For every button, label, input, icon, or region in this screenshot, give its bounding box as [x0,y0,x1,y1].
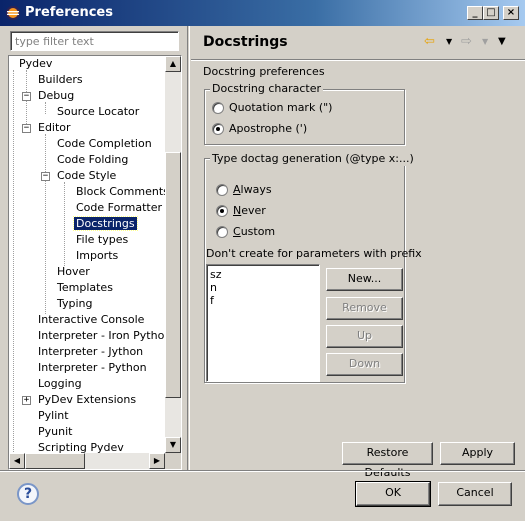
tree-item-hover[interactable]: Hover [55,264,92,280]
cancel-button[interactable]: Cancel [438,482,512,506]
tree-item-logging[interactable]: Logging [36,376,84,392]
radio-button[interactable] [212,102,224,114]
header-separator [191,59,525,61]
tree-item-typing[interactable]: Typing [55,296,95,312]
tree-item-templates[interactable]: Templates [55,280,115,296]
expand-icon[interactable]: + [22,396,31,405]
tree-item-interactive-console[interactable]: Interactive Console [36,312,146,328]
scroll-right-icon[interactable]: ▶ [149,453,165,469]
minimize-button[interactable]: _ [467,6,483,20]
collapse-icon[interactable]: − [41,172,50,181]
tree-item-block-comments[interactable]: Block Comments [74,184,171,200]
tree-item-debug[interactable]: Debug [36,88,76,104]
tree-item-code-completion[interactable]: Code Completion [55,136,154,152]
preference-tree: Pydev Builders − Debug Source Locator − … [8,55,182,470]
up-button[interactable]: Up [326,325,403,348]
tree-item-source-locator[interactable]: Source Locator [55,104,141,120]
list-item[interactable]: f [210,294,319,307]
close-button[interactable]: × [503,6,519,20]
tree-item-interpreter-python[interactable]: Interpreter - Python [36,360,149,376]
prefix-label: Don't create for parameters with prefix [206,247,422,260]
tree-item-pydev-extensions[interactable]: PyDev Extensions [36,392,138,408]
list-item[interactable]: n [210,281,319,294]
new-button[interactable]: New... [326,268,403,291]
list-item[interactable]: sz [210,268,319,281]
pane-sash[interactable] [187,26,190,470]
prefix-list[interactable]: sz n f [206,264,320,382]
filter-input[interactable] [10,31,179,51]
tree-item-imports[interactable]: Imports [74,248,120,264]
forward-arrow-icon[interactable]: ⇨ [461,35,472,49]
tree-item-pylint[interactable]: Pylint [36,408,71,424]
maximize-button[interactable]: □ [483,6,499,20]
tree-item-interpreter-jython[interactable]: Interpreter - Jython [36,344,145,360]
radio-button-selected[interactable] [216,205,228,217]
vertical-scroll-thumb[interactable] [165,152,181,398]
tree-line [45,134,46,314]
help-icon[interactable]: ? [17,483,39,505]
remove-button[interactable]: Remove [326,297,403,320]
radio-button-selected[interactable] [212,123,224,135]
title-bar[interactable]: Preferences _ □ × [0,0,525,26]
radio-button[interactable] [216,226,228,238]
eclipse-icon [6,6,20,20]
horizontal-scroll-thumb[interactable] [25,453,85,469]
tree-line [64,182,65,266]
back-arrow-icon[interactable]: ⇦ [424,35,435,49]
tree-item-interpreter-iron-python[interactable]: Interpreter - Iron Python [36,328,173,344]
ok-button[interactable]: OK [355,481,431,507]
window-title: Preferences [25,5,113,20]
forward-dropdown-icon[interactable]: ▼ [482,35,488,49]
tree-item-code-folding[interactable]: Code Folding [55,152,130,168]
tree-item-pyunit[interactable]: Pyunit [36,424,74,440]
tree-item-editor[interactable]: Editor [36,120,73,136]
back-dropdown-icon[interactable]: ▼ [446,35,452,49]
tree-item-code-style[interactable]: Code Style [55,168,118,184]
type-doctag-title: Type doctag generation (@type x:...) [210,152,416,166]
collapse-icon[interactable]: − [22,92,31,101]
scroll-left-icon[interactable]: ◀ [9,453,25,469]
page-title: Docstrings [203,34,288,50]
footer-separator [0,470,525,472]
scroll-corner [165,453,181,469]
tree-item-builders[interactable]: Builders [36,72,85,88]
scroll-down-icon[interactable]: ▼ [165,437,181,453]
tree-line [13,70,14,469]
restore-defaults-button[interactable]: Restore Defaults [342,442,433,479]
view-menu-icon[interactable]: ▼ [498,35,506,49]
down-button[interactable]: Down [326,353,403,376]
docstring-character-title: Docstring character [210,82,323,96]
page-description: Docstring preferences [203,65,325,78]
scroll-up-icon[interactable]: ▲ [165,56,181,72]
tree-item-pydev[interactable]: Pydev [9,56,54,72]
radio-button[interactable] [216,184,228,196]
collapse-icon[interactable]: − [22,124,31,133]
tree-item-code-formatter[interactable]: Code Formatter [74,200,164,216]
apply-button[interactable]: Apply [440,442,515,465]
tree-item-docstrings[interactable]: Docstrings [73,216,138,232]
tree-item-file-types[interactable]: File types [74,232,130,248]
